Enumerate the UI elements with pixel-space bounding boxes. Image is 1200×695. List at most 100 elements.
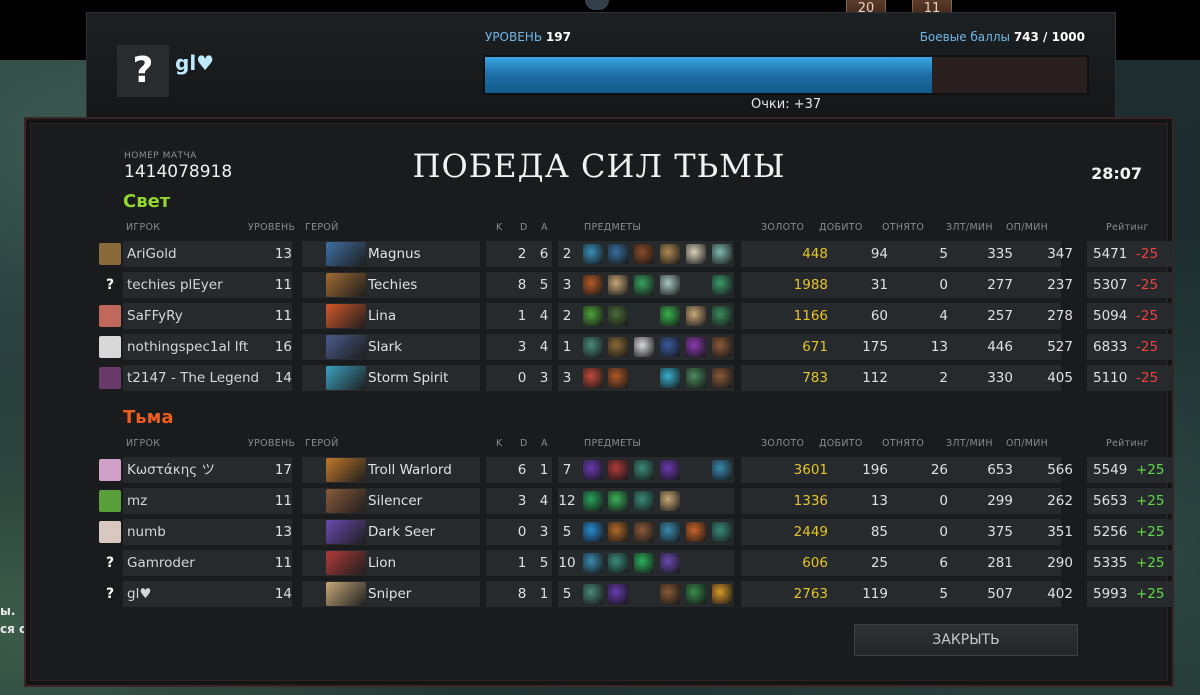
item-slot-icon[interactable]	[608, 584, 628, 604]
item-slot-icon[interactable]	[686, 337, 706, 357]
item-slot-icon[interactable]	[660, 244, 680, 264]
item-slot-icon[interactable]	[660, 306, 680, 326]
item-slot-icon[interactable]	[583, 306, 603, 326]
player-avatar[interactable]: ?	[99, 274, 121, 296]
item-slot-icon[interactable]	[712, 275, 732, 295]
item-slot-icon[interactable]	[608, 491, 628, 511]
item-slot-icon[interactable]	[686, 584, 706, 604]
player-row[interactable]: Κωστάκης ツ 17 Troll Warlord 6 1 7 3601 196 26 653…	[96, 457, 1173, 483]
hero-portrait-icon[interactable]	[326, 582, 366, 606]
player-row[interactable]: mz 11 Silencer 3 4 12 1336 13 0 299 262 5653 +25	[96, 488, 1173, 514]
player-avatar[interactable]	[99, 336, 121, 358]
player-avatar[interactable]	[99, 305, 121, 327]
item-slot-icon[interactable]	[583, 275, 603, 295]
player-name[interactable]: nothingspec1al lft	[127, 334, 287, 360]
item-slot-icon[interactable]	[660, 368, 680, 388]
item-slot-icon[interactable]	[660, 337, 680, 357]
item-slot-icon[interactable]	[712, 306, 732, 326]
hero-portrait-icon[interactable]	[326, 273, 366, 297]
item-slot-icon[interactable]	[583, 491, 603, 511]
player-name[interactable]: AriGold	[127, 241, 287, 267]
player-name[interactable]: SaFFyRy	[127, 303, 287, 329]
item-slot-icon[interactable]	[608, 275, 628, 295]
item-slot-icon[interactable]	[608, 306, 628, 326]
item-slot-icon[interactable]	[712, 244, 732, 264]
hero-portrait-icon[interactable]	[326, 551, 366, 575]
rating-value: 5993	[1093, 586, 1128, 602]
player-row[interactable]: ? gl♥ 14 Sniper 8 1 5 2763 119 5 507 402 5993 +25	[96, 581, 1173, 607]
player-row[interactable]: t2147 - The Legend 14 Storm Spirit 0 3 3 783 11…	[96, 365, 1173, 391]
player-row[interactable]: AriGold 13 Magnus 2 6 2 448 94 5 335 347 5471 -25	[96, 241, 1173, 267]
item-slot-icon[interactable]	[686, 306, 706, 326]
item-slot-icon[interactable]	[634, 491, 654, 511]
item-slot-icon[interactable]	[583, 460, 603, 480]
player-name[interactable]: t2147 - The Legend	[127, 365, 287, 391]
player-name[interactable]: gl♥	[127, 581, 287, 607]
item-slot-icon[interactable]	[712, 460, 732, 480]
close-button[interactable]: ЗАКРЫТЬ	[854, 624, 1078, 656]
player-name[interactable]: Κωστάκης ツ	[127, 457, 287, 483]
item-slot-icon[interactable]	[608, 460, 628, 480]
item-slot-icon[interactable]	[583, 244, 603, 264]
hero-portrait-icon[interactable]	[326, 489, 366, 513]
item-slot-icon[interactable]	[686, 244, 706, 264]
item-slot-icon[interactable]	[634, 460, 654, 480]
player-name[interactable]: mz	[127, 488, 287, 514]
item-slot-icon[interactable]	[634, 522, 654, 542]
item-slot-icon[interactable]	[608, 244, 628, 264]
deaths: 3	[539, 370, 549, 386]
player-row[interactable]: numb 13 Dark Seer 0 3 5 2449 85 0 375 351 5256 +25	[96, 519, 1173, 545]
player-name[interactable]: Gamroder	[127, 550, 287, 576]
player-avatar[interactable]	[99, 521, 121, 543]
item-slot-icon[interactable]	[583, 584, 603, 604]
player-avatar[interactable]	[99, 490, 121, 512]
item-slot-icon[interactable]	[634, 337, 654, 357]
player-name[interactable]: techies plEyer	[127, 272, 287, 298]
item-slot-icon[interactable]	[608, 337, 628, 357]
item-slot-icon[interactable]	[608, 368, 628, 388]
player-row[interactable]: ? Gamroder 11 Lion 1 5 10 606 25 6 281 290 5335 +25	[96, 550, 1173, 576]
item-slot-icon[interactable]	[712, 337, 732, 357]
player-row[interactable]: ? techies plEyer 11 Techies 8 5 3 1988 31 0 277 237…	[96, 272, 1173, 298]
hero-portrait-icon[interactable]	[326, 304, 366, 328]
item-slot-icon[interactable]	[660, 522, 680, 542]
player-row[interactable]: SaFFyRy 11 Lina 1 4 2 1166 60 4 257 278 5094 -25	[96, 303, 1173, 329]
item-slot-icon[interactable]	[660, 275, 680, 295]
item-slot-icon[interactable]	[583, 368, 603, 388]
item-slot-icon[interactable]	[660, 553, 680, 573]
rating-value: 5256	[1093, 524, 1128, 540]
item-slot-icon[interactable]	[634, 244, 654, 264]
hero-portrait-icon[interactable]	[326, 520, 366, 544]
item-slot-icon[interactable]	[660, 460, 680, 480]
match-duration: 28:07	[1091, 164, 1142, 183]
item-slot-icon[interactable]	[583, 522, 603, 542]
deaths: 3	[539, 524, 549, 540]
item-slot-icon[interactable]	[583, 337, 603, 357]
item-slot-icon[interactable]	[686, 368, 706, 388]
item-slot-icon[interactable]	[608, 553, 628, 573]
item-slot-icon[interactable]	[608, 522, 628, 542]
item-slot-icon[interactable]	[712, 584, 732, 604]
gold: 448	[802, 246, 828, 262]
item-slot-icon[interactable]	[583, 553, 603, 573]
player-avatar[interactable]: ?	[99, 552, 121, 574]
item-slot-icon[interactable]	[634, 275, 654, 295]
player-avatar[interactable]	[99, 459, 121, 481]
item-slot-icon[interactable]	[634, 553, 654, 573]
player-row[interactable]: nothingspec1al lft 16 Slark 3 4 1 671 175 13 446 5…	[96, 334, 1173, 360]
hero-portrait-icon[interactable]	[326, 458, 366, 482]
item-slot-icon[interactable]	[686, 522, 706, 542]
hero-portrait-icon[interactable]	[326, 366, 366, 390]
player-avatar[interactable]	[99, 243, 121, 265]
column-header-rating: Рейтинг	[1106, 438, 1149, 449]
hero-name: Dark Seer	[368, 524, 436, 540]
item-slot-icon[interactable]	[712, 522, 732, 542]
item-slot-icon[interactable]	[712, 368, 732, 388]
player-avatar[interactable]: ?	[99, 583, 121, 605]
item-slot-icon[interactable]	[660, 491, 680, 511]
item-slot-icon[interactable]	[660, 584, 680, 604]
hero-portrait-icon[interactable]	[326, 335, 366, 359]
hero-portrait-icon[interactable]	[326, 242, 366, 266]
player-name[interactable]: numb	[127, 519, 287, 545]
player-avatar[interactable]	[99, 367, 121, 389]
